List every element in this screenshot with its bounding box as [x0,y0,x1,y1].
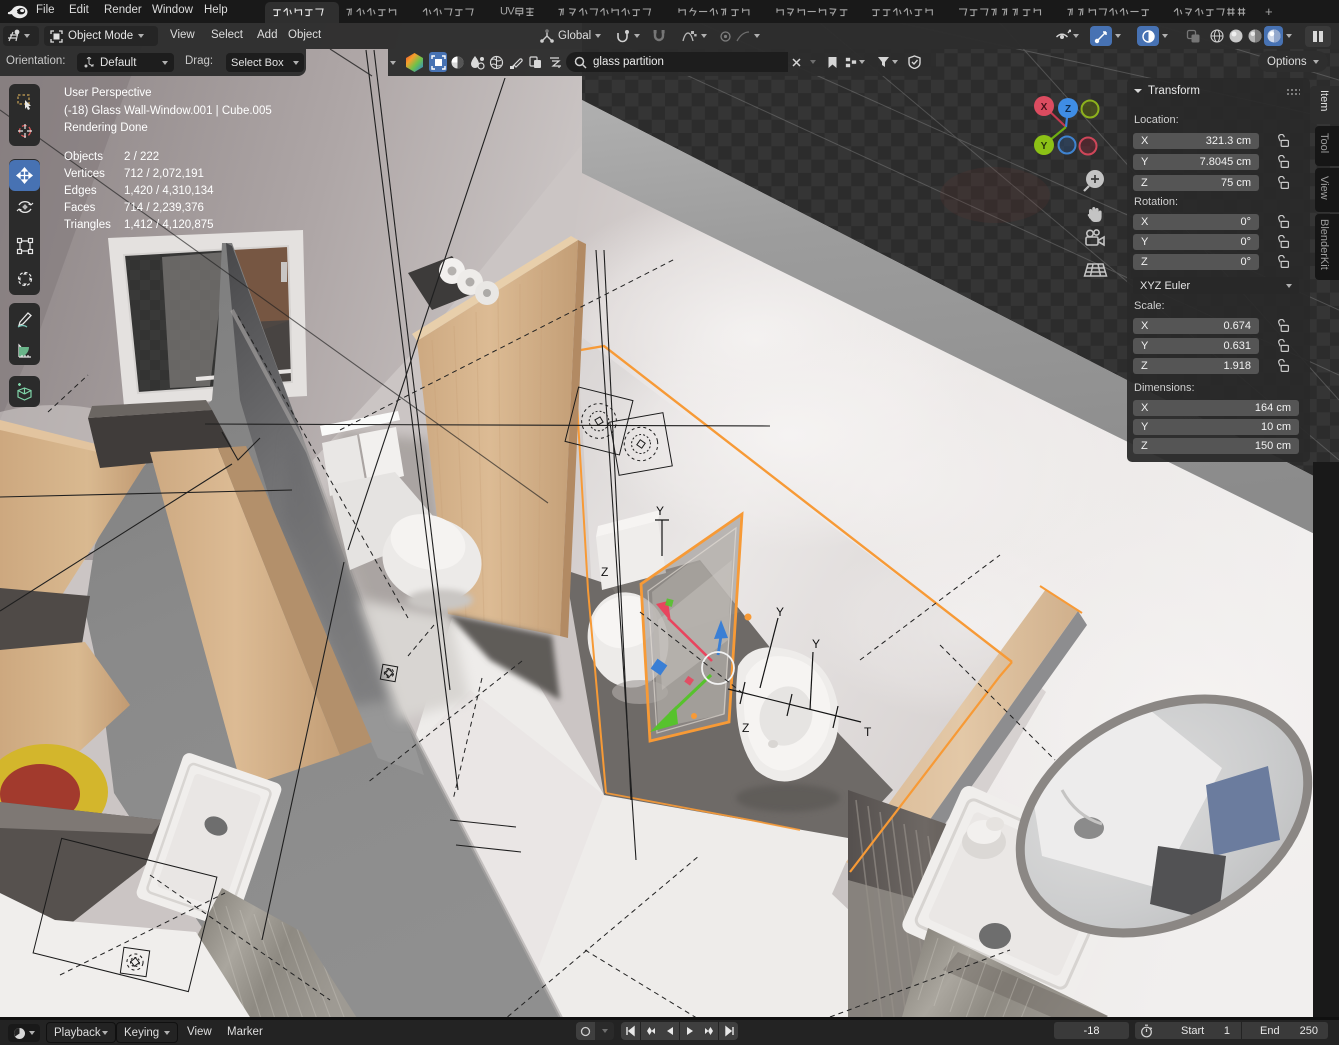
svg-text:Z: Z [1065,104,1071,115]
svg-text:712 / 2,072,191: 712 / 2,072,191 [124,168,204,180]
svg-text:1,420 / 4,310,134: 1,420 / 4,310,134 [124,185,214,197]
svg-text:Y: Y [776,605,784,619]
svg-text:(-18) Glass Wall-Window.001 |: (-18) Glass Wall-Window.001 | Cube.005 [64,105,272,117]
svg-text:1,412 / 4,120,875: 1,412 / 4,120,875 [124,219,214,231]
svg-text:714 / 2,239,376: 714 / 2,239,376 [124,202,204,214]
svg-text:Objects: Objects [64,151,103,163]
svg-text:Y: Y [812,637,820,651]
svg-text:X: X [1041,102,1048,113]
svg-text:Rendering Done: Rendering Done [64,122,148,134]
svg-text:+: + [1265,4,1273,19]
svg-text:Triangles: Triangles [64,219,111,231]
svg-text:Y: Y [1041,141,1048,152]
svg-text:T: T [864,725,872,739]
svg-text:Y: Y [656,504,664,518]
svg-text:Z: Z [742,721,749,735]
svg-text:Z: Z [601,565,608,579]
svg-text:Edges: Edges [64,185,97,197]
svg-text:2 / 222: 2 / 222 [124,151,159,163]
svg-text:User Perspective: User Perspective [64,87,152,99]
svg-text:Vertices: Vertices [64,168,105,180]
svg-text:Faces: Faces [64,202,96,214]
svg-text:V: V [507,6,515,18]
